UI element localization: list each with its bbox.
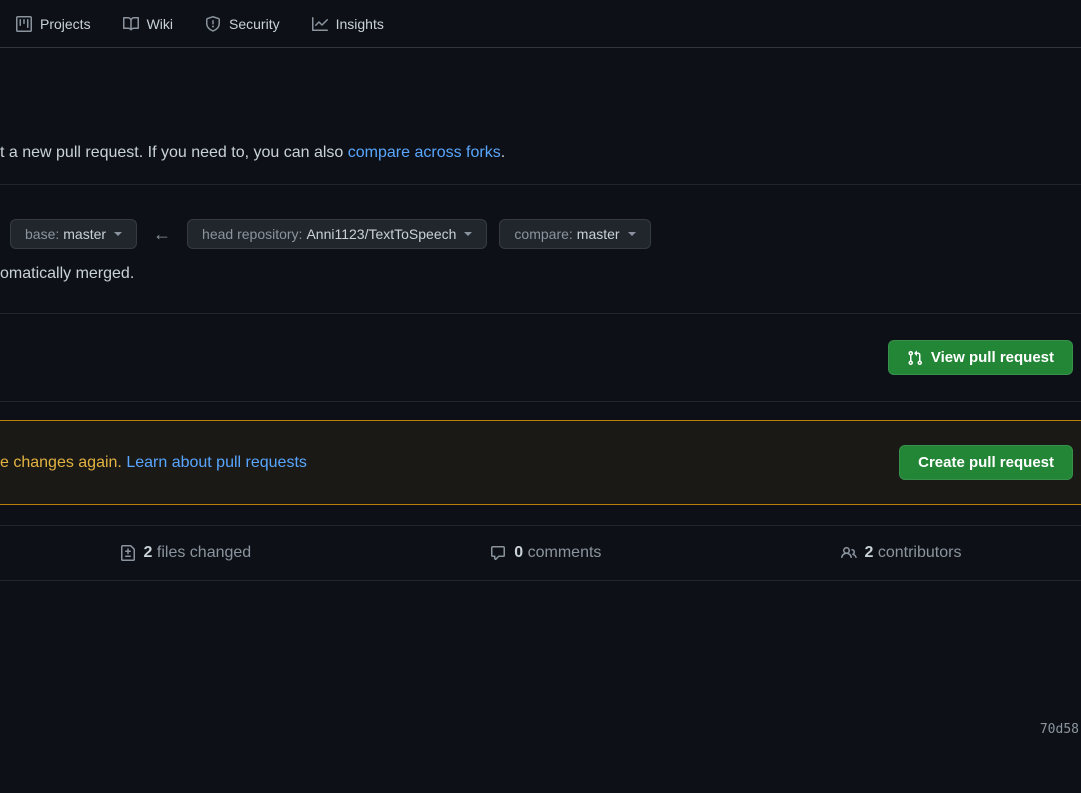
git-pull-request-icon: [907, 350, 923, 366]
arrow-left-icon: ←: [149, 224, 175, 245]
people-icon: [841, 545, 857, 561]
create-pr-label: Create pull request: [918, 454, 1054, 471]
branch-selector-row: base: master ← head repository: Anni1123…: [0, 185, 1081, 249]
contributors-label: contributors: [878, 544, 962, 561]
compare-branch-button[interactable]: compare: master: [499, 219, 650, 249]
diff-stats-row: 2 files changed 0 comments 2 contributor…: [0, 525, 1081, 581]
learn-pr-link[interactable]: Learn about pull requests: [126, 454, 307, 471]
tab-security-label: Security: [229, 16, 280, 32]
view-pr-label: View pull request: [931, 349, 1054, 366]
view-pull-request-button[interactable]: View pull request: [888, 340, 1073, 375]
files-label: files changed: [157, 544, 251, 561]
head-repo-button[interactable]: head repository: Anni1123/TextToSpeech: [187, 219, 487, 249]
graph-icon: [312, 16, 328, 32]
comments-label: comments: [528, 544, 602, 561]
base-branch-button[interactable]: base: master: [10, 219, 137, 249]
compare-label: compare:: [514, 226, 572, 242]
contributors-count: 2: [865, 544, 874, 561]
file-diff-icon: [120, 545, 136, 561]
contributors-stat[interactable]: 2 contributors: [841, 544, 962, 562]
view-pr-row: View pull request: [0, 314, 1081, 402]
caret-down-icon: [464, 232, 472, 236]
intro-fragment: t a new pull request. If you need to, yo…: [0, 144, 348, 161]
create-pr-banner: e changes again. Learn about pull reques…: [0, 420, 1081, 505]
compare-forks-link[interactable]: compare across forks: [348, 144, 501, 161]
files-changed-stat[interactable]: 2 files changed: [120, 544, 252, 562]
banner-text: e changes again. Learn about pull reques…: [0, 454, 307, 472]
base-value: master: [63, 226, 106, 242]
tab-insights-label: Insights: [336, 16, 384, 32]
tab-insights[interactable]: Insights: [296, 0, 400, 47]
tab-security[interactable]: Security: [189, 0, 296, 47]
create-pull-request-button[interactable]: Create pull request: [899, 445, 1073, 480]
files-count: 2: [144, 544, 153, 561]
head-repo-label: head repository:: [202, 226, 302, 242]
head-repo-value: Anni1123/TextToSpeech: [306, 226, 456, 242]
tab-wiki-label: Wiki: [147, 16, 173, 32]
repo-tabnav: Projects Wiki Security Insights: [0, 0, 1081, 48]
shield-icon: [205, 16, 221, 32]
comment-icon: [490, 545, 506, 561]
tab-projects[interactable]: Projects: [0, 0, 107, 47]
base-label: base:: [25, 226, 59, 242]
book-icon: [123, 16, 139, 32]
tab-wiki[interactable]: Wiki: [107, 0, 189, 47]
comments-count: 0: [514, 544, 523, 561]
period: .: [501, 144, 505, 161]
merge-status-text: omatically merged.: [0, 249, 1081, 314]
caret-down-icon: [628, 232, 636, 236]
compare-intro: t a new pull request. If you need to, yo…: [0, 48, 1081, 185]
tab-projects-label: Projects: [40, 16, 91, 32]
comments-stat[interactable]: 0 comments: [490, 544, 601, 562]
compare-value: master: [577, 226, 620, 242]
caret-down-icon: [114, 232, 122, 236]
banner-fragment: e changes again.: [0, 454, 126, 471]
commit-hash[interactable]: 70d58: [1040, 722, 1079, 737]
table-icon: [16, 16, 32, 32]
